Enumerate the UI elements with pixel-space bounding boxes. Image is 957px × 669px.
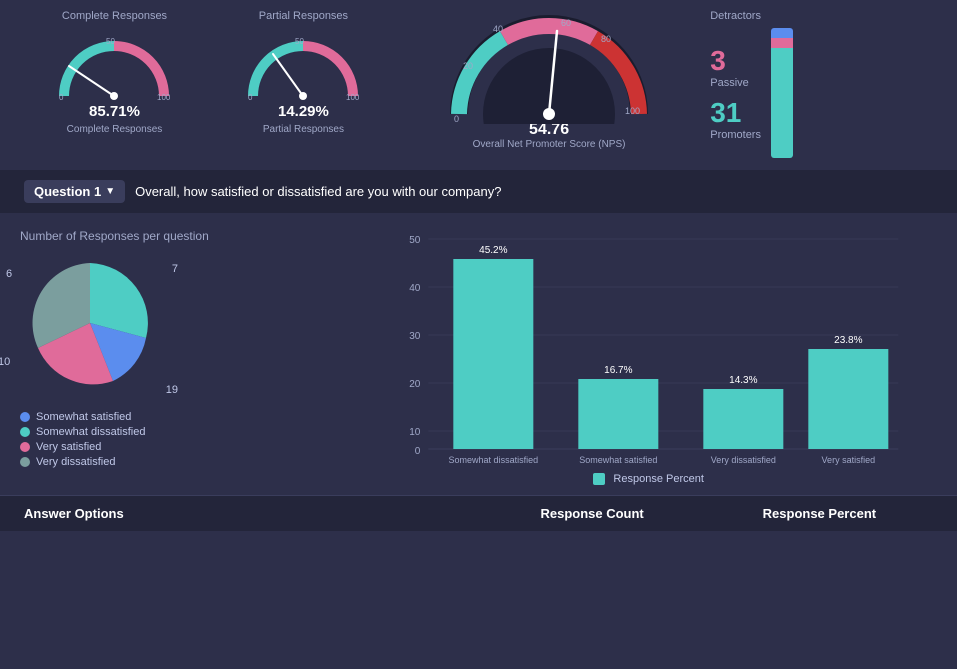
pie-label-10: 10: [0, 356, 10, 368]
legend-somewhat-satisfied: Somewhat satisfied: [20, 411, 340, 423]
svg-text:100: 100: [346, 93, 360, 101]
svg-text:20: 20: [463, 61, 473, 71]
pie-section: Number of Responses per question 7 6 10 …: [20, 229, 340, 485]
nps-gauge: 0 20 40 60 80 100: [449, 14, 649, 119]
pie-chart-svg: [20, 253, 160, 393]
nps-right-panel: Detractors 3 Passive 31 Promoters: [700, 10, 937, 158]
svg-text:50: 50: [106, 37, 115, 46]
bar-somewhat-dissatisfied: [454, 259, 534, 449]
svg-text:Somewhat dissatisfied: Somewhat dissatisfied: [449, 455, 539, 465]
svg-text:14.3%: 14.3%: [730, 375, 758, 386]
legend-label-very-dissatisfied: Very dissatisfied: [36, 456, 115, 468]
bar-legend: Response Percent: [360, 473, 937, 485]
footer-answer-options: Answer Options: [24, 506, 479, 521]
nps-block: 0 20 40 60 80 100 54.76 Overall Net Prom…: [398, 10, 700, 150]
bar-legend-dot: [593, 473, 605, 485]
svg-text:100: 100: [157, 93, 171, 101]
nps-score-label: Overall Net Promoter Score (NPS): [473, 139, 626, 150]
svg-text:50: 50: [410, 235, 422, 246]
complete-responses-gauge: 0 50 100: [49, 26, 179, 101]
legend-dot-somewhat-dissatisfied: [20, 427, 30, 437]
svg-text:Very dissatisfied: Very dissatisfied: [711, 455, 776, 465]
legend-label-somewhat-satisfied: Somewhat satisfied: [36, 411, 131, 423]
bar-section: 50 40 30 20 10 0 45.2% Somewhat dissatis…: [360, 229, 937, 485]
detractors-value: 3: [710, 45, 761, 77]
svg-text:0: 0: [248, 93, 253, 101]
passive-label: Passive: [710, 77, 761, 89]
legend-dot-very-dissatisfied: [20, 457, 30, 467]
complete-responses-label: Complete Responses: [67, 124, 163, 135]
legend-label-very-satisfied: Very satisfied: [36, 441, 101, 453]
svg-text:0: 0: [454, 114, 459, 124]
legend-very-dissatisfied: Very dissatisfied: [20, 456, 340, 468]
bar-chart-area: 50 40 30 20 10 0 45.2% Somewhat dissatis…: [360, 229, 937, 469]
svg-text:40: 40: [493, 24, 503, 34]
bar-very-satisfied: [809, 349, 889, 449]
question-badge[interactable]: Question 1 ▼: [24, 180, 125, 203]
svg-text:60: 60: [561, 18, 571, 28]
charts-section: Number of Responses per question 7 6 10 …: [0, 213, 957, 495]
question-badge-text: Question 1: [34, 184, 101, 199]
chevron-down-icon: ▼: [105, 186, 115, 197]
svg-text:0: 0: [415, 446, 421, 457]
svg-text:10: 10: [410, 427, 422, 438]
top-metrics: Complete Responses 0 50 100 85.71% Compl…: [0, 0, 957, 168]
svg-text:20: 20: [410, 379, 422, 390]
partial-responses-label: Partial Responses: [263, 124, 344, 135]
promoters-label: Promoters: [710, 129, 761, 141]
svg-text:Very satisfied: Very satisfied: [822, 455, 876, 465]
bar-legend-label: Response Percent: [613, 473, 704, 485]
question-bar: Question 1 ▼ Overall, how satisfied or d…: [0, 170, 957, 213]
partial-responses-block: Partial Responses 0 50 100 14.29% Partia…: [209, 10, 398, 135]
promoters-value: 31: [710, 97, 761, 129]
footer-response-percent: Response Percent: [706, 506, 933, 521]
detractors-category: Detractors: [710, 10, 761, 22]
svg-text:100: 100: [625, 106, 640, 116]
complete-responses-value: 85.71%: [89, 103, 140, 120]
partial-responses-gauge: 0 50 100: [238, 26, 368, 101]
legend-very-satisfied: Very satisfied: [20, 441, 340, 453]
question-text: Overall, how satisfied or dissatisfied a…: [135, 184, 501, 199]
legend-dot-somewhat-satisfied: [20, 412, 30, 422]
svg-text:40: 40: [410, 283, 422, 294]
pie-label-6: 6: [6, 268, 12, 280]
pie-label-19: 19: [166, 384, 178, 396]
legend-label-somewhat-dissatisfied: Somewhat dissatisfied: [36, 426, 145, 438]
pie-chart-title: Number of Responses per question: [20, 229, 340, 243]
complete-responses-title: Complete Responses: [62, 10, 167, 22]
detractors-label: Detractors: [710, 10, 761, 22]
bar-chart-svg: 50 40 30 20 10 0 45.2% Somewhat dissatis…: [360, 229, 937, 469]
bar-very-dissatisfied: [704, 389, 784, 449]
partial-responses-value: 14.29%: [278, 103, 329, 120]
svg-text:80: 80: [601, 34, 611, 44]
svg-text:30: 30: [410, 331, 422, 342]
bar-somewhat-satisfied: [579, 379, 659, 449]
legend-dot-very-satisfied: [20, 442, 30, 452]
footer-bar: Answer Options Response Count Response P…: [0, 495, 957, 531]
complete-responses-block: Complete Responses 0 50 100 85.71% Compl…: [20, 10, 209, 135]
svg-text:50: 50: [295, 37, 304, 46]
svg-text:45.2%: 45.2%: [480, 245, 508, 256]
pie-label-7: 7: [172, 263, 178, 275]
svg-text:0: 0: [59, 93, 64, 101]
footer-response-count: Response Count: [479, 506, 706, 521]
svg-text:Somewhat satisfied: Somewhat satisfied: [580, 455, 658, 465]
svg-text:23.8%: 23.8%: [835, 335, 863, 346]
svg-text:16.7%: 16.7%: [605, 365, 633, 376]
pie-legend: Somewhat satisfied Somewhat dissatisfied…: [20, 408, 340, 468]
legend-somewhat-dissatisfied: Somewhat dissatisfied: [20, 426, 340, 438]
partial-responses-title: Partial Responses: [259, 10, 348, 22]
